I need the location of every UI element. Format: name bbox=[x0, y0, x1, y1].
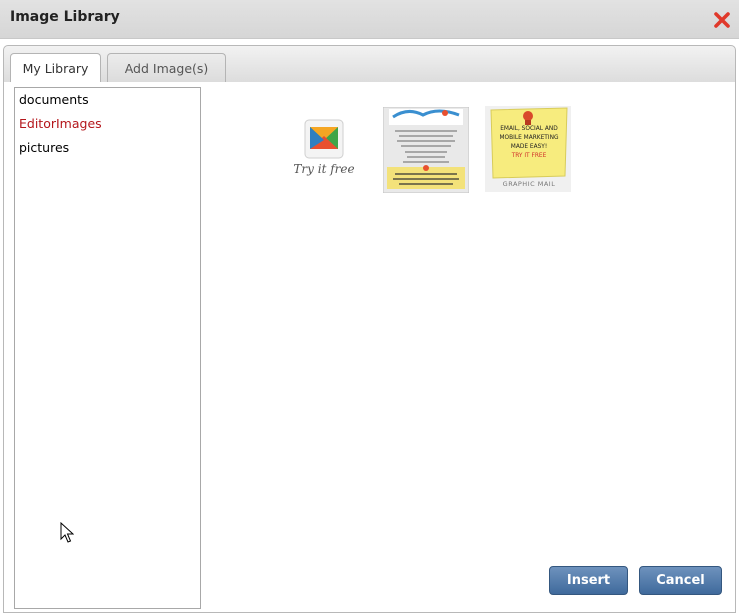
folder-item-editorimages[interactable]: EditorImages bbox=[19, 116, 102, 131]
folder-item-documents[interactable]: documents bbox=[19, 92, 89, 107]
image-thumbnail-envelope[interactable]: Try it free bbox=[281, 108, 367, 194]
flyer-image bbox=[382, 106, 470, 194]
image-library-dialog: Image Library My Library Add Image(s) do… bbox=[0, 0, 739, 616]
tab-my-library[interactable]: My Library bbox=[10, 53, 101, 83]
sticky-note-text: EMAIL, SOCIAL AND MOBILE MARKETING MADE … bbox=[499, 124, 559, 159]
tab-add-images[interactable]: Add Image(s) bbox=[107, 53, 226, 82]
thumbnail-caption: Try it free bbox=[293, 162, 355, 176]
title-bar: Image Library bbox=[0, 0, 739, 39]
folder-list[interactable]: documents EditorImages pictures bbox=[14, 87, 201, 609]
image-thumbnail-sticky-note[interactable]: EMAIL, SOCIAL AND MOBILE MARKETING MADE … bbox=[485, 106, 571, 192]
image-thumbnail-flyer[interactable] bbox=[382, 106, 470, 194]
folder-item-pictures[interactable]: pictures bbox=[19, 140, 69, 155]
dialog-title: Image Library bbox=[10, 9, 120, 25]
cancel-button[interactable]: Cancel bbox=[639, 566, 722, 595]
insert-button[interactable]: Insert bbox=[549, 566, 628, 595]
close-icon[interactable] bbox=[713, 11, 731, 29]
tab-strip: My Library Add Image(s) bbox=[3, 45, 736, 84]
envelope-icon bbox=[304, 119, 344, 159]
mouse-cursor-icon bbox=[60, 521, 75, 544]
sticky-note-footer: GRAPHIC MAIL bbox=[502, 180, 556, 188]
